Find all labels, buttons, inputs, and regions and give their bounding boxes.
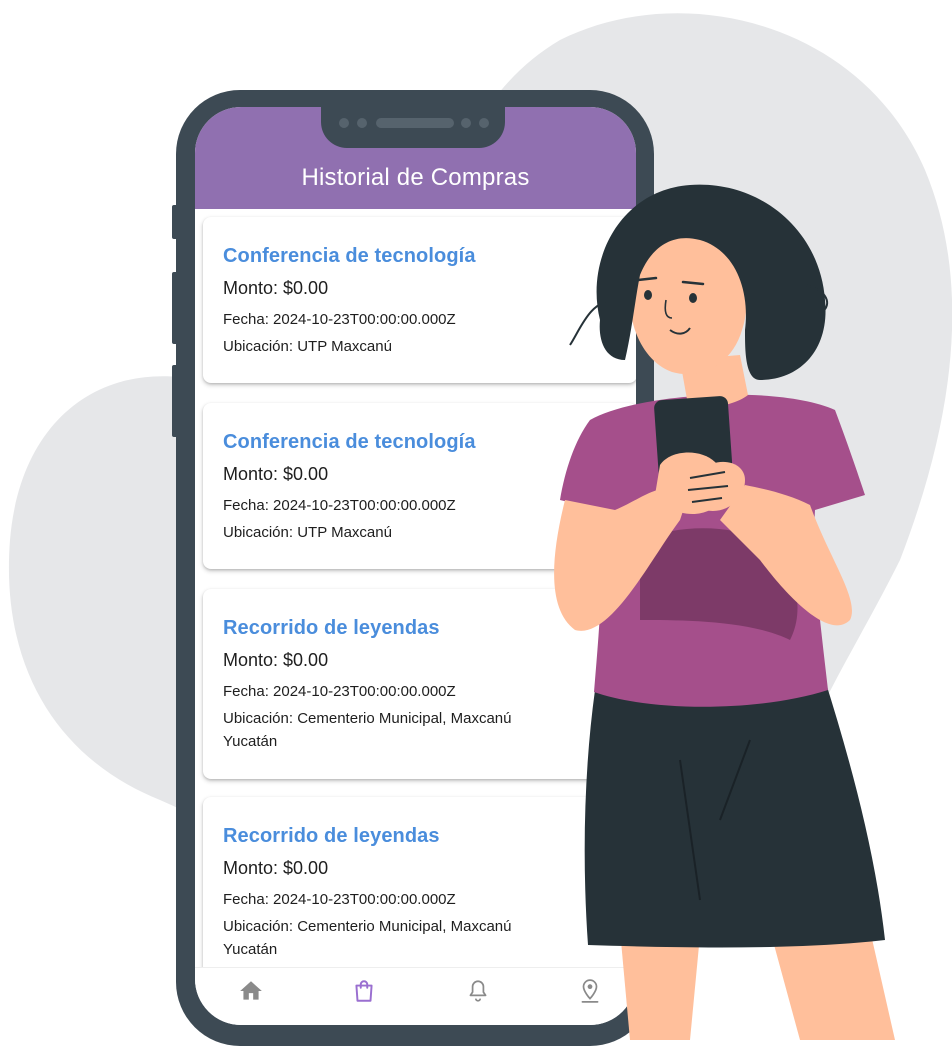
purchase-location: Ubicación: Cementerio Municipal, Maxcanú… [223, 710, 512, 750]
phone-notch [321, 98, 505, 148]
page-title: Historial de Compras [301, 164, 530, 191]
purchase-date: Fecha: 2024-10-23T00:00:00.000Z [223, 683, 456, 700]
nav-purchases[interactable] [351, 978, 377, 1004]
nav-home[interactable] [238, 978, 264, 1004]
purchase-location: Ubicación: Cementerio Municipal, Maxcanú… [223, 918, 512, 958]
purchase-date: Fecha: 2024-10-23T00:00:00.000Z [223, 497, 456, 514]
purchase-location: Ubicación: UTP Maxcanú [223, 338, 392, 355]
purchase-location: Ubicación: UTP Maxcanú [223, 524, 392, 541]
nav-notifications[interactable] [465, 978, 491, 1004]
shopping-bag-icon [355, 980, 373, 1002]
purchase-date: Fecha: 2024-10-23T00:00:00.000Z [223, 311, 456, 328]
bell-icon [469, 980, 487, 1002]
purchase-date: Fecha: 2024-10-23T00:00:00.000Z [223, 891, 456, 908]
home-icon [240, 981, 262, 1000]
woman-illustration [554, 184, 895, 1040]
